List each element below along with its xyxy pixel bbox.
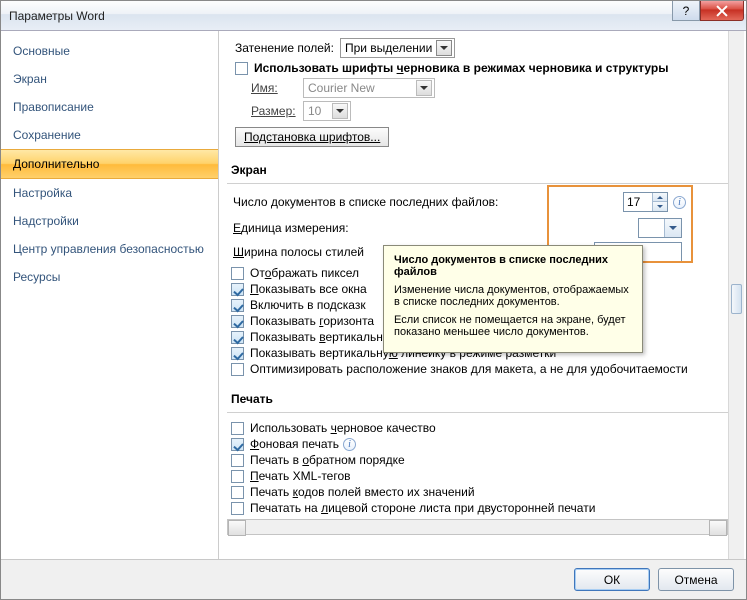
chk-xml-tags-label: Печать XML-тегов	[250, 469, 351, 483]
horizontal-scrollbar[interactable]	[227, 519, 728, 535]
shading-combo[interactable]: При выделении	[340, 38, 455, 58]
units-label: Единица измерения:	[233, 221, 349, 235]
chk-field-codes[interactable]	[231, 486, 244, 499]
client-area: Основные Экран Правописание Сохранение Д…	[1, 31, 746, 559]
chevron-down-icon	[332, 103, 348, 119]
tooltip-text-2: Если список не помещается на экране, буд…	[394, 314, 632, 338]
scrollbar-thumb[interactable]	[731, 284, 742, 314]
chevron-down-icon	[416, 80, 432, 96]
recent-docs-spinner[interactable]	[623, 192, 668, 212]
chevron-down-icon[interactable]	[436, 40, 452, 56]
font-size-label: Размер:	[251, 104, 303, 118]
units-combo[interactable]	[638, 218, 682, 238]
chk-background-print-label: Фоновая печать	[250, 437, 339, 451]
sidebar-item-customize[interactable]: Настройка	[1, 179, 218, 207]
spin-down-icon[interactable]	[653, 202, 667, 211]
info-icon[interactable]	[343, 438, 356, 451]
stylewidth-label: Ширина полосы стилей	[233, 245, 364, 259]
window-buttons: ?	[672, 1, 744, 21]
sidebar-item-main[interactable]: Основные	[1, 37, 218, 65]
sidebar-item-resources[interactable]: Ресурсы	[1, 263, 218, 291]
info-icon[interactable]	[673, 196, 686, 209]
titlebar[interactable]: Параметры Word ?	[1, 1, 746, 31]
draft-fonts-checkbox[interactable]	[235, 62, 248, 75]
vertical-scrollbar[interactable]	[728, 31, 744, 559]
chk-draft-quality-label: Использовать черновое качество	[250, 421, 436, 435]
tooltip-title: Число документов в списке последних файл…	[394, 254, 632, 278]
ok-button[interactable]: ОК	[574, 568, 650, 591]
chk-front-side-label: Печатать на лицевой стороне листа при дв…	[250, 501, 595, 515]
chk-xml-tags[interactable]	[231, 470, 244, 483]
help-button[interactable]: ?	[672, 1, 700, 21]
font-size-combo: 10	[303, 101, 351, 121]
chk-all-windows[interactable]	[231, 283, 244, 296]
section-print: Печать	[227, 386, 728, 413]
sidebar-item-screen[interactable]: Экран	[1, 65, 218, 93]
chevron-down-icon[interactable]	[664, 219, 681, 237]
sidebar-item-addins[interactable]: Надстройки	[1, 207, 218, 235]
tooltip: Число документов в списке последних файл…	[383, 245, 643, 353]
spin-up-icon[interactable]	[653, 193, 667, 202]
chk-draft-quality[interactable]	[231, 422, 244, 435]
font-name-combo: Courier New	[303, 78, 435, 98]
draft-fonts-label: Использовать шрифты черновика в режимах …	[254, 61, 668, 75]
chk-all-windows-label: Показывать все окна	[250, 282, 367, 296]
close-button[interactable]	[700, 1, 744, 21]
chk-pixels[interactable]	[231, 267, 244, 280]
dialog-window: Параметры Word ? Основные Экран Правопис…	[0, 0, 747, 600]
chk-vruler[interactable]	[231, 347, 244, 360]
recent-docs-input[interactable]	[624, 193, 652, 211]
chk-hscroll[interactable]	[231, 315, 244, 328]
sidebar-item-trust[interactable]: Центр управления безопасностью	[1, 235, 218, 263]
chk-field-codes-label: Печать кодов полей вместо их значений	[250, 485, 475, 499]
sidebar-item-spelling[interactable]: Правописание	[1, 93, 218, 121]
chk-vscroll[interactable]	[231, 331, 244, 344]
chk-hscroll-label: Показывать горизонта	[250, 314, 374, 328]
font-substitution-button[interactable]: Подстановка шрифтов...	[235, 127, 389, 147]
chk-reverse-label: Печать в обратном порядке	[250, 453, 405, 467]
chk-optimize[interactable]	[231, 363, 244, 376]
recent-docs-label: Число документов в списке последних файл…	[233, 195, 498, 209]
dialog-footer: ОК Отмена	[1, 559, 746, 599]
tooltip-text-1: Изменение числа документов, отображаемых…	[394, 284, 632, 308]
chk-tooltips-label: Включить в подсказк	[250, 298, 366, 312]
sidebar: Основные Экран Правописание Сохранение Д…	[1, 31, 219, 559]
section-screen: Экран	[227, 157, 728, 184]
chk-tooltips[interactable]	[231, 299, 244, 312]
sidebar-item-advanced[interactable]: Дополнительно	[1, 149, 218, 179]
close-icon	[716, 5, 728, 17]
font-name-label: Имя:	[251, 81, 303, 95]
sidebar-item-save[interactable]: Сохранение	[1, 121, 218, 149]
content-pane[interactable]: Затенение полей: При выделении Использов…	[219, 31, 746, 559]
window-title: Параметры Word	[9, 9, 105, 23]
shading-label: Затенение полей:	[235, 41, 334, 55]
chk-reverse[interactable]	[231, 454, 244, 467]
chk-background-print[interactable]	[231, 438, 244, 451]
chk-front-side[interactable]	[231, 502, 244, 515]
cancel-button[interactable]: Отмена	[658, 568, 734, 591]
chk-optimize-label: Оптимизировать расположение знаков для м…	[250, 362, 688, 376]
chk-pixels-label: Отображать пиксел	[250, 266, 359, 280]
